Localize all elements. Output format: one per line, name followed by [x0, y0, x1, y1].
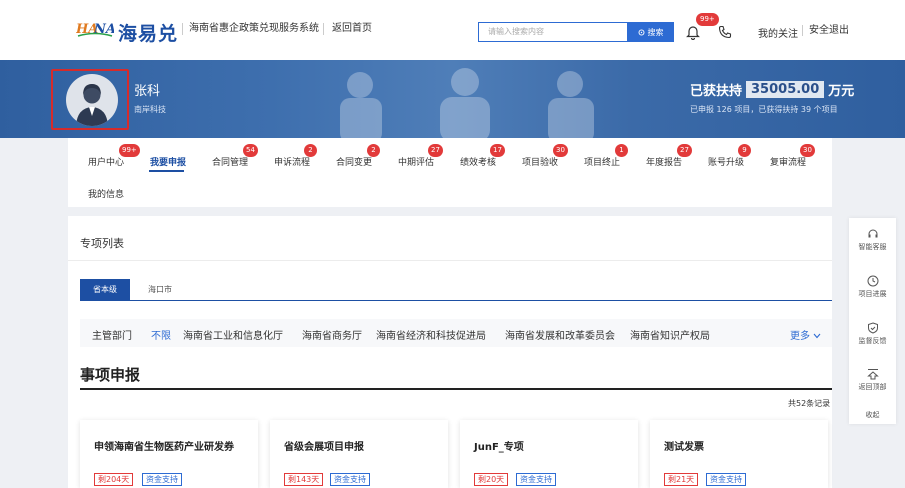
bell-icon[interactable] — [686, 24, 700, 40]
my-follow-link[interactable]: 我的关注 — [758, 25, 798, 40]
tab-badge: 30 — [800, 144, 815, 157]
level-tab-province[interactable]: 省本级 — [80, 279, 130, 301]
side-label: 监督反馈 — [858, 337, 887, 345]
more-label: 更多 — [790, 331, 810, 342]
tab-badge: 2 — [367, 144, 380, 157]
avatar-highlight-frame — [51, 69, 129, 130]
tab-apply[interactable]: 我要申报 — [150, 155, 186, 168]
notification-badge: 99+ — [696, 13, 719, 26]
tab-review-process[interactable]: 复审流程 — [770, 155, 806, 168]
tab-badge: 54 — [243, 144, 258, 157]
search-button[interactable]: 搜索 — [627, 22, 674, 42]
filter-option[interactable]: 海南省经济和科技促进局 — [376, 327, 486, 342]
support-type-tag: 资金支持 — [706, 473, 746, 486]
tab-contract-management[interactable]: 合同管理 — [212, 155, 248, 168]
headset-icon — [868, 229, 877, 238]
tab-badge: 30 — [553, 144, 568, 157]
tab-account-upgrade[interactable]: 账号升级 — [708, 155, 744, 168]
section-title: 专项列表 — [80, 237, 124, 250]
side-label: 项目进展 — [858, 290, 887, 298]
days-left-tag: 剩204天 — [94, 473, 134, 486]
search-icon — [638, 29, 644, 35]
level-tab-haikou[interactable]: 海口市 — [135, 279, 185, 301]
filter-option[interactable]: 海南省知识产权局 — [630, 327, 710, 342]
side-project-progress[interactable]: 项目进展 — [849, 275, 896, 299]
arrow-up-icon — [866, 369, 879, 380]
section-divider — [68, 260, 832, 261]
hainan-logo[interactable]: HA NAN — [76, 18, 114, 42]
apply-section-title: 事项申报 — [80, 366, 141, 384]
side-feedback[interactable]: 监督反馈 — [849, 322, 896, 346]
tab-badge: 27 — [428, 144, 443, 157]
tab-appeal-process[interactable]: 申诉流程 — [274, 155, 310, 168]
more-button[interactable]: 更多 — [790, 327, 821, 342]
record-count: 共52条记录 — [788, 399, 831, 408]
project-card[interactable]: 省级会展项目申报 剩143天 资金支持 — [270, 420, 448, 488]
card-title: 省级会展项目申报 — [284, 442, 364, 453]
side-customer-service[interactable]: 智能客服 — [849, 228, 896, 252]
phone-icon[interactable] — [718, 25, 732, 39]
level-tab-underline — [80, 300, 832, 301]
apply-title-underline — [80, 388, 832, 390]
tab-badge: 1 — [615, 144, 628, 157]
tab-badge: 17 — [490, 144, 505, 157]
side-label: 智能客服 — [858, 243, 887, 251]
shield-icon — [867, 322, 878, 334]
side-back-to-top[interactable]: 返回顶部 — [849, 368, 896, 392]
chevron-down-icon — [813, 333, 821, 339]
days-left-tag: 剩143天 — [284, 473, 324, 486]
banner-background-image — [340, 68, 594, 138]
tab-badge: 27 — [677, 144, 692, 157]
support-unit: 万元 — [828, 84, 855, 99]
nav-panel — [68, 138, 832, 207]
filter-option[interactable]: 海南省发展和改革委员会 — [505, 327, 615, 342]
project-card[interactable]: 申领海南省生物医药产业研发券 剩204天 资金支持 — [80, 420, 258, 488]
user-company: 南岸科技 — [134, 105, 166, 114]
tab-performance-review[interactable]: 绩效考核 — [460, 155, 496, 168]
support-type-tag: 资金支持 — [330, 473, 370, 486]
tab-project-termination[interactable]: 项目终止 — [584, 155, 620, 168]
days-left-tag: 剩20天 — [474, 473, 509, 486]
side-collapse[interactable]: 收起 — [849, 410, 896, 420]
active-tab-indicator — [149, 170, 184, 172]
user-banner — [0, 60, 905, 138]
brand-name: 海易兑 — [118, 23, 179, 45]
filter-option-all[interactable]: 不限 — [151, 327, 171, 342]
tab-project-acceptance[interactable]: 项目验收 — [522, 155, 558, 168]
tab-midterm-evaluation[interactable]: 中期评估 — [398, 155, 434, 168]
tab-annual-report[interactable]: 年度报告 — [646, 155, 682, 168]
filter-label: 主管部门 — [92, 331, 132, 342]
project-card[interactable]: 测试发票 剩21天 资金支持 — [650, 420, 828, 488]
tab-badge: 9 — [738, 144, 751, 157]
user-name: 张科 — [134, 84, 161, 99]
filter-option[interactable]: 海南省工业和信息化厅 — [183, 327, 283, 342]
support-type-tag: 资金支持 — [516, 473, 556, 486]
logout-link[interactable]: 安全退出 — [802, 25, 849, 36]
card-title: 申领海南省生物医药产业研发券 — [94, 442, 234, 453]
days-left-tag: 剩21天 — [664, 473, 699, 486]
tab-user-center[interactable]: 用户中心 — [88, 155, 124, 168]
back-home-link[interactable]: 返回首页 — [323, 23, 372, 35]
card-title: JunF_专项 — [474, 442, 524, 453]
search-button-label: 搜索 — [647, 27, 664, 37]
clock-icon — [867, 275, 878, 287]
system-name: 海南省惠企政策兑现服务系统 — [182, 23, 319, 35]
tab-contract-change[interactable]: 合同变更 — [336, 155, 372, 168]
tab-badge: 99+ — [119, 144, 140, 157]
support-detail: 已申报 126 项目，已获得扶持 39 个项目 — [690, 105, 838, 114]
search-input[interactable]: 请输入搜索内容 — [478, 22, 627, 42]
side-label: 返回顶部 — [858, 383, 887, 391]
filter-option[interactable]: 海南省商务厅 — [302, 327, 362, 342]
support-summary: 已获扶持 35005.00 万元 — [690, 80, 854, 99]
tab-my-info[interactable]: 我的信息 — [88, 187, 124, 200]
card-title: 测试发票 — [664, 442, 704, 453]
tab-badge: 2 — [304, 144, 317, 157]
support-type-tag: 资金支持 — [142, 473, 182, 486]
support-prefix: 已获扶持 — [690, 84, 743, 99]
support-amount: 35005.00 — [746, 81, 825, 98]
project-card[interactable]: JunF_专项 剩20天 资金支持 — [460, 420, 638, 488]
